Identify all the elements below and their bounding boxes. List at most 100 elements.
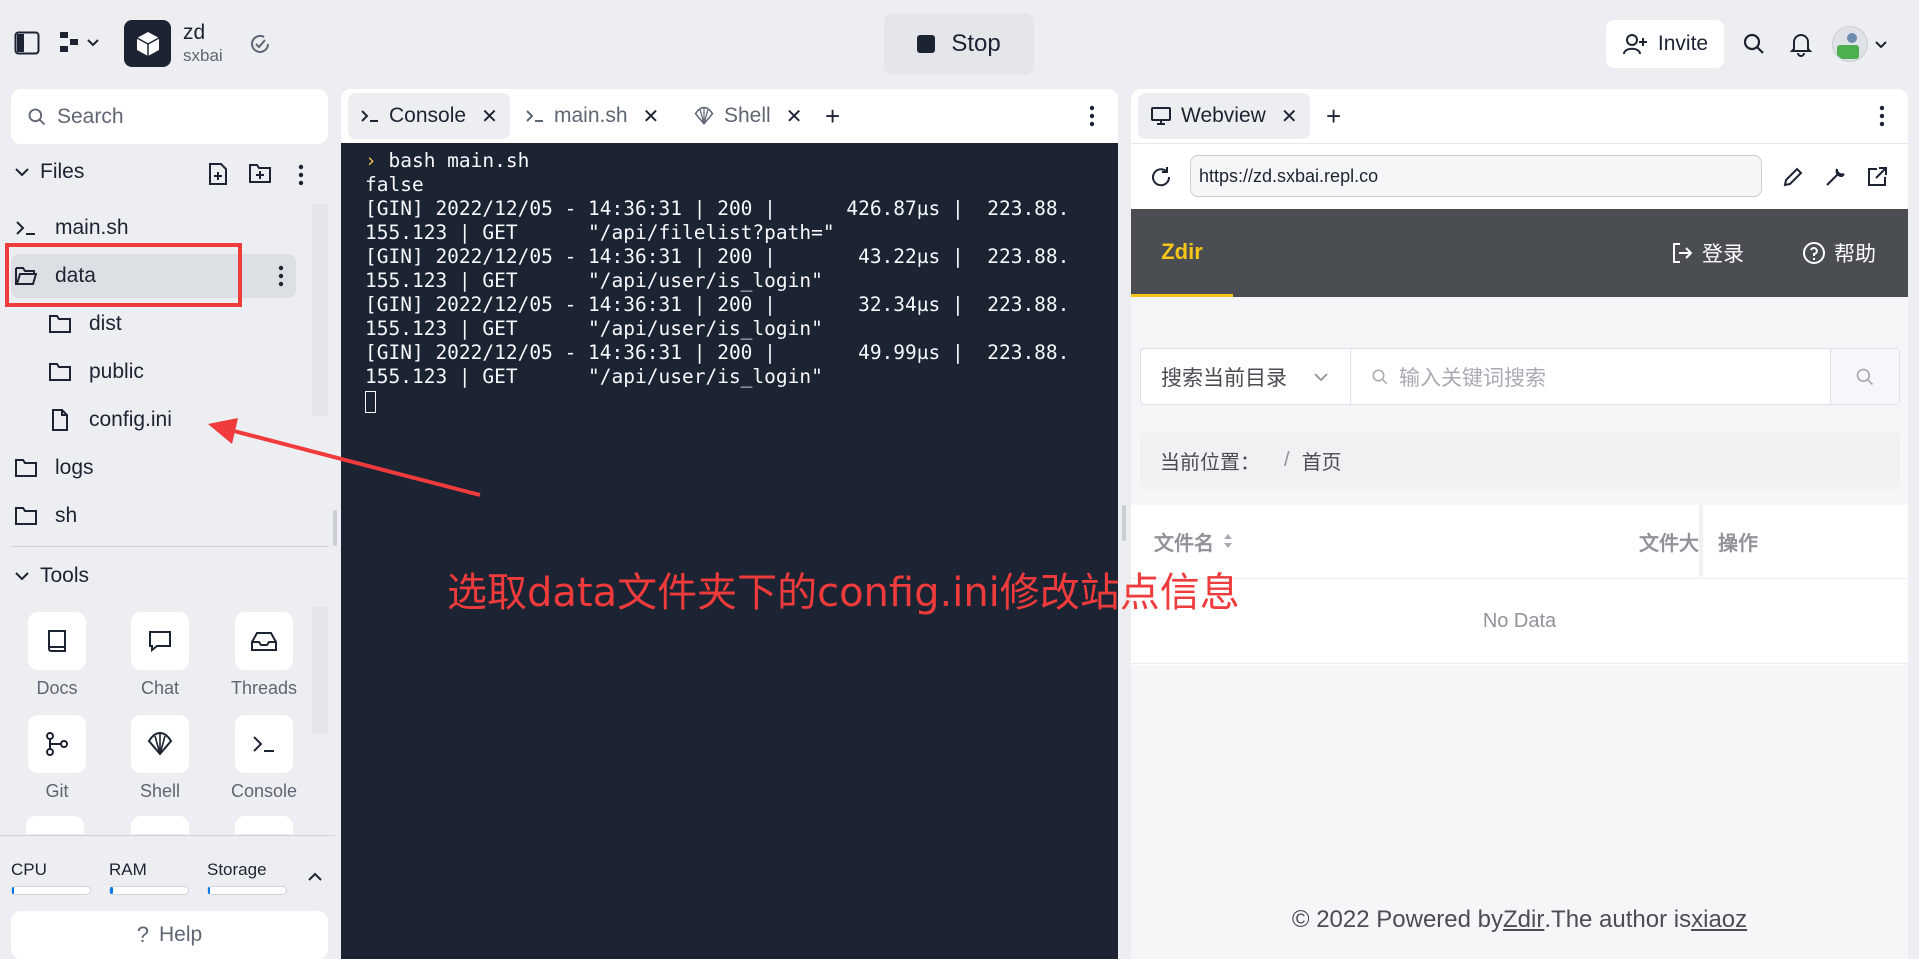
tab-main-sh[interactable]: main.sh ✕ — [513, 93, 671, 139]
close-icon[interactable]: ✕ — [1281, 104, 1298, 129]
search-input[interactable]: Search — [11, 89, 328, 144]
tool-label: Threads — [230, 678, 298, 698]
footer-author-link[interactable]: xiaoz — [1691, 906, 1747, 934]
footer-prefix: © 2022 Powered by — [1291, 905, 1504, 933]
console-output[interactable]: › bash main.sh false [GIN] 2022/12/05 - 14… — [341, 143, 1118, 959]
chat-icon — [131, 612, 189, 670]
tool-docs[interactable]: Docs — [26, 612, 88, 699]
cpu-meter[interactable]: CPU — [11, 860, 91, 895]
close-icon[interactable]: ✕ — [786, 104, 803, 129]
console-line: [GIN] 2022/12/05 - 14:36:31 | 200 | 32.3… — [365, 293, 1070, 316]
help-link[interactable]: 帮助 — [1802, 209, 1876, 297]
files-menu-icon[interactable] — [296, 164, 306, 186]
item-menu-icon[interactable] — [276, 265, 286, 287]
close-icon[interactable]: ✕ — [481, 104, 498, 129]
file-item-public[interactable]: public — [45, 350, 295, 394]
file-name: dist — [89, 312, 122, 335]
new-file-icon[interactable] — [207, 162, 229, 186]
tool-partial[interactable] — [131, 816, 189, 834]
tool-partial[interactable] — [26, 816, 84, 834]
ram-meter[interactable]: RAM — [109, 860, 189, 895]
webview-tab-bar: Webview ✕ + — [1131, 89, 1908, 143]
repl-owner[interactable]: sxbai — [183, 46, 223, 66]
pane-menu-icon[interactable] — [1087, 105, 1097, 127]
divider — [0, 835, 335, 836]
tab-shell[interactable]: Shell ✕ — [681, 93, 814, 139]
shell-icon — [131, 715, 189, 773]
file-item-dist[interactable]: dist — [45, 302, 295, 346]
wrench-icon[interactable] — [1823, 165, 1847, 189]
tab-label: main.sh — [554, 104, 628, 127]
console-line: 155.123 | GET "/api/user/is_login" — [365, 317, 823, 340]
chevron-up-icon[interactable] — [307, 871, 323, 883]
repl-name[interactable]: zd — [183, 21, 205, 45]
tool-console[interactable]: Console — [231, 715, 297, 802]
sort-icon — [1224, 534, 1232, 548]
tool-chat[interactable]: Chat — [129, 612, 191, 699]
pane-menu-icon[interactable] — [1877, 105, 1887, 127]
open-external-icon[interactable] — [1865, 165, 1889, 189]
files-section-header[interactable]: Files — [14, 160, 84, 184]
zdir-navbar: Zdir 登录 帮助 — [1131, 209, 1908, 297]
close-icon[interactable]: ✕ — [643, 104, 660, 129]
edit-icon[interactable] — [1781, 165, 1805, 189]
tool-partial[interactable] — [235, 816, 293, 834]
console-tab-bar: Console ✕ main.sh ✕ Shell ✕ + — [341, 89, 1118, 143]
console-line: 155.123 | GET "/api/user/is_login" — [365, 269, 823, 292]
login-icon — [1673, 243, 1693, 263]
col-name-label: 文件名 — [1154, 532, 1214, 555]
tab-console[interactable]: Console ✕ — [348, 93, 510, 139]
tool-shell[interactable]: Shell — [129, 715, 191, 802]
refresh-icon[interactable] — [1149, 165, 1173, 189]
stop-label: Stop — [951, 30, 1001, 57]
sidebar-toggle-icon[interactable] — [14, 31, 40, 55]
pane-resize-handle[interactable] — [333, 510, 337, 546]
storage-meter[interactable]: Storage — [207, 860, 287, 895]
user-menu[interactable] — [1832, 26, 1888, 62]
bell-icon[interactable] — [1790, 31, 1812, 57]
deploy-status-icon[interactable] — [248, 32, 272, 56]
file-name: sh — [55, 504, 78, 527]
console-icon — [361, 110, 378, 122]
console-line: [GIN] 2022/12/05 - 14:36:31 | 200 | 49.9… — [365, 341, 1070, 364]
meter-bar — [207, 886, 287, 895]
url-input[interactable]: https://zd.sxbai.repl.co — [1190, 155, 1762, 197]
scope-select[interactable]: 搜索当前目录 — [1141, 349, 1351, 404]
col-action-label: 操作 — [1718, 532, 1758, 555]
tool-label: Docs — [36, 678, 78, 698]
keyword-placeholder: 输入关键词搜索 — [1399, 366, 1546, 390]
divider — [11, 546, 328, 547]
invite-button[interactable]: Invite — [1606, 20, 1724, 68]
workspace-menu-icon[interactable] — [58, 30, 100, 54]
add-tab-icon[interactable]: + — [825, 103, 840, 129]
file-name: logs — [55, 456, 94, 479]
chevron-down-icon — [15, 572, 29, 581]
console-line: false — [365, 173, 424, 196]
breadcrumb-separator: / — [1284, 449, 1290, 471]
tool-git[interactable]: Git — [26, 715, 88, 802]
breadcrumb-home[interactable]: 首页 — [1302, 446, 1342, 475]
meter-label: RAM — [109, 860, 147, 879]
tab-webview[interactable]: Webview ✕ — [1138, 93, 1310, 139]
footer-zdir-link[interactable]: Zdir — [1503, 906, 1544, 934]
search-button[interactable] — [1830, 349, 1899, 404]
zdir-brand[interactable]: Zdir — [1131, 209, 1233, 297]
tools-scrollbar[interactable] — [312, 607, 328, 734]
search-icon[interactable] — [1742, 32, 1766, 56]
stop-button[interactable]: Stop — [884, 13, 1034, 75]
file-tree-scrollbar[interactable] — [312, 204, 328, 416]
tool-threads[interactable]: Threads — [230, 612, 298, 699]
help-button[interactable]: ? Help — [11, 911, 328, 959]
keyword-search-input[interactable]: 输入关键词搜索 — [1351, 349, 1831, 404]
new-folder-icon[interactable] — [248, 162, 272, 184]
col-size-header[interactable]: 文件大 — [1604, 505, 1699, 577]
tools-section-header[interactable]: Tools — [14, 564, 89, 588]
add-tab-icon[interactable]: + — [1326, 103, 1341, 129]
repl-avatar[interactable] — [124, 20, 171, 67]
pane-resize-handle[interactable] — [1122, 505, 1126, 541]
annotation-arrow — [208, 418, 481, 497]
file-name: config.ini — [89, 408, 172, 431]
file-name: public — [89, 360, 144, 383]
inbox-icon — [235, 612, 293, 670]
login-link[interactable]: 登录 — [1670, 209, 1744, 297]
